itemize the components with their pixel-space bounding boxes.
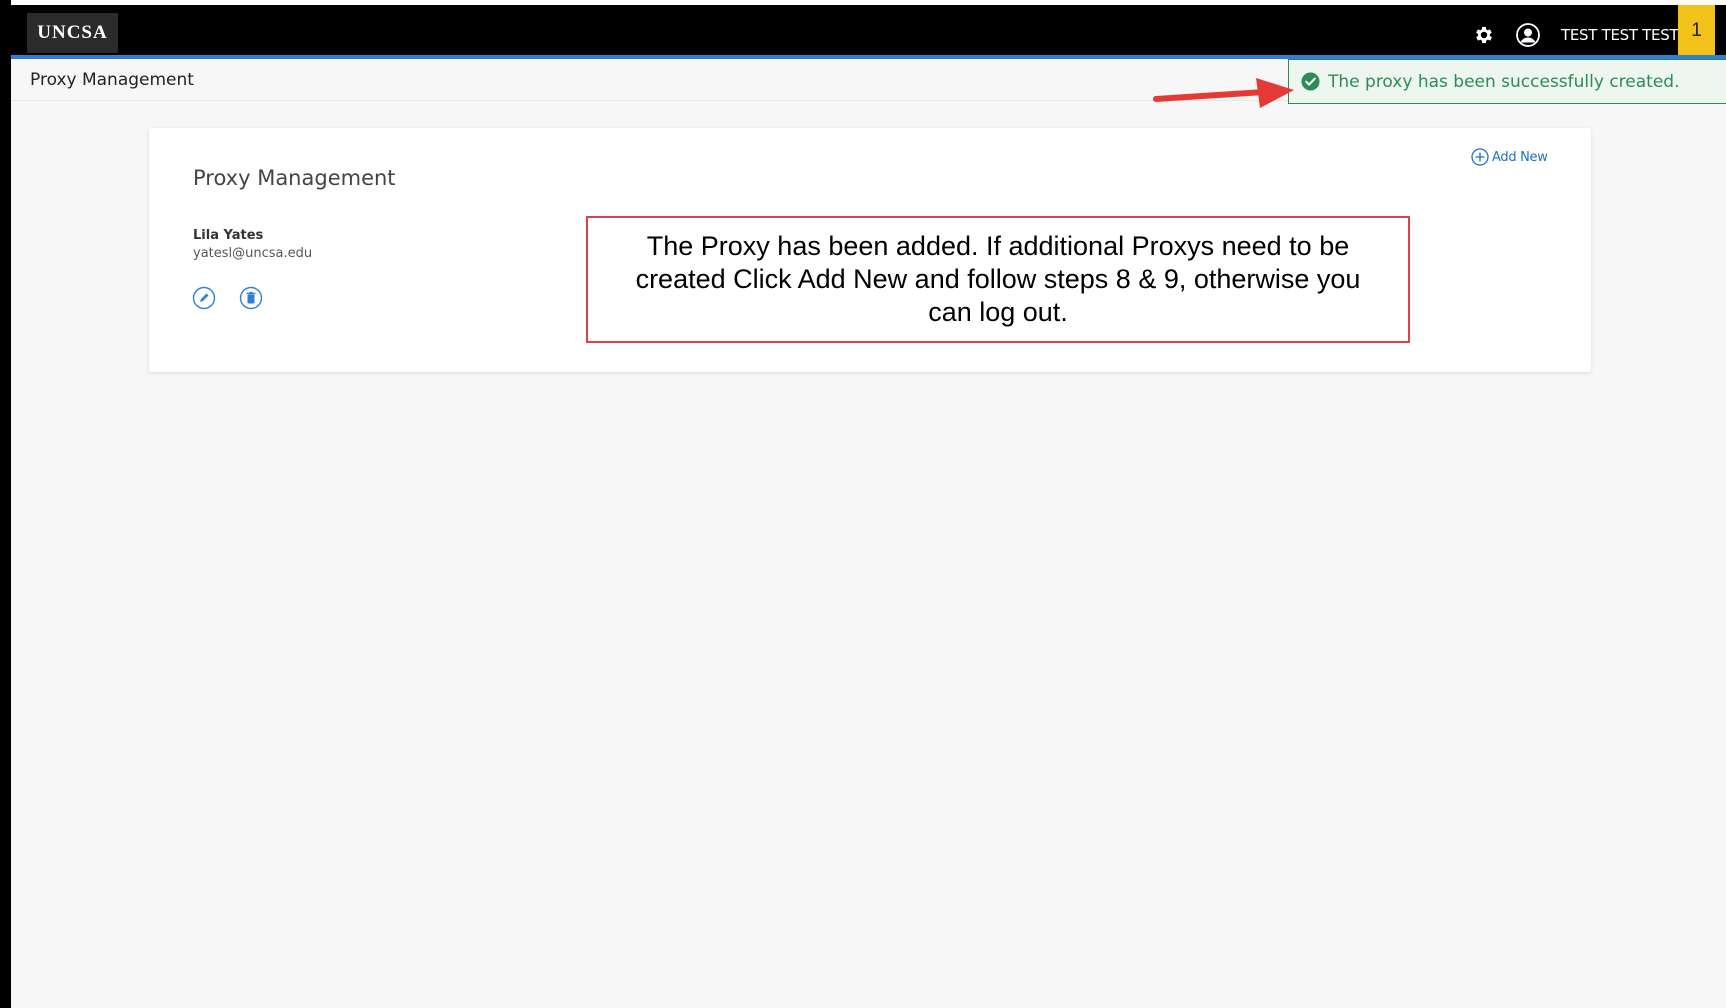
- card-title: Proxy Management: [193, 166, 396, 190]
- instruction-callout: The Proxy has been added. If additional …: [586, 216, 1410, 343]
- frame-left-edge: [0, 0, 11, 1008]
- edit-pencil-icon[interactable]: [192, 286, 216, 310]
- add-new-button[interactable]: Add New: [1471, 148, 1548, 166]
- red-arrow-annotation: [1153, 78, 1294, 108]
- add-new-label: Add New: [1492, 149, 1548, 165]
- callout-text: The Proxy has been added. If additional …: [635, 231, 1361, 327]
- check-circle-icon: [1301, 72, 1320, 91]
- uncsa-logo[interactable]: UNCSA: [27, 13, 118, 53]
- toast-message: The proxy has been successfully created.: [1328, 71, 1680, 92]
- page-title: Proxy Management: [30, 70, 194, 90]
- notification-badge[interactable]: 1: [1678, 5, 1715, 56]
- user-name-menu[interactable]: TEST TEST TEST: [1561, 26, 1679, 44]
- logo-text: UNCSA: [37, 22, 108, 43]
- proxy-name: Lila Yates: [193, 228, 264, 243]
- gear-icon[interactable]: [1473, 24, 1495, 46]
- user-circle-icon[interactable]: [1516, 23, 1540, 47]
- trash-icon[interactable]: [239, 286, 263, 310]
- plus-circle-icon: [1471, 148, 1489, 166]
- proxy-email: yatesl@uncsa.edu: [193, 246, 313, 261]
- success-toast[interactable]: The proxy has been successfully created.: [1288, 59, 1726, 104]
- top-navigation-bar: UNCSA TEST TEST TEST: [11, 5, 1726, 56]
